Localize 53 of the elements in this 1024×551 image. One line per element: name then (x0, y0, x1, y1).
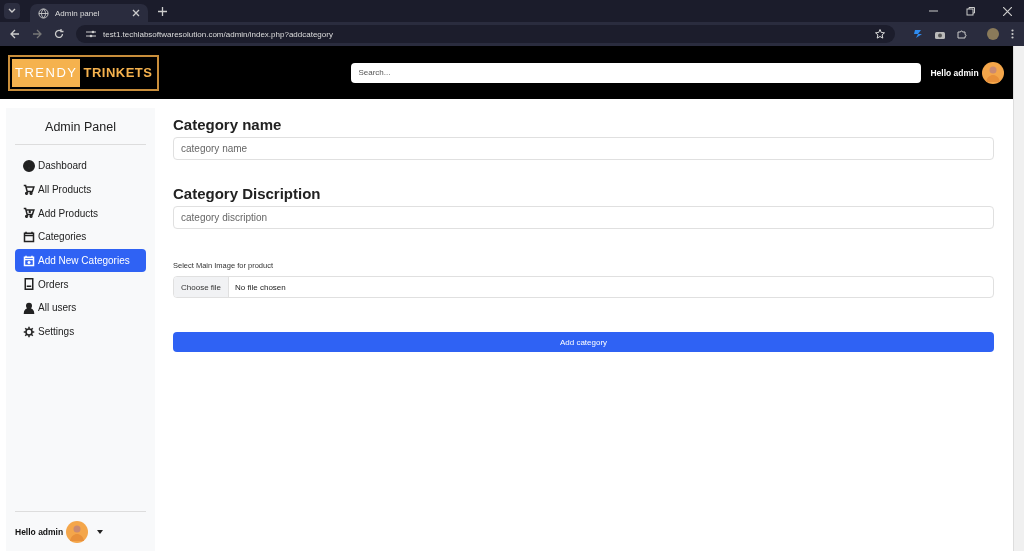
submit-button[interactable]: Add category (173, 332, 994, 352)
sidebar-item[interactable]: All users (15, 296, 146, 320)
file-input[interactable]: Choose file No file chosen (173, 276, 994, 298)
tab-list-button[interactable] (4, 3, 20, 19)
chevron-down-icon (8, 8, 16, 14)
site-settings-icon (86, 30, 96, 38)
profile-avatar-icon[interactable] (987, 28, 999, 40)
input-field[interactable]: category name (173, 137, 994, 160)
choose-file-button[interactable]: Choose file (174, 277, 230, 297)
menu-icon (23, 325, 35, 338)
menu-icon (23, 207, 35, 220)
back-icon[interactable] (10, 29, 20, 39)
extension-icon[interactable] (913, 29, 923, 39)
tab-title: Admin panel (55, 8, 101, 18)
menu-icon (23, 183, 35, 196)
input-field[interactable]: category discription (173, 206, 994, 229)
close-icon[interactable] (1003, 6, 1012, 16)
menu-icon (23, 230, 35, 243)
address-bar[interactable]: test1.techlabsoftwaresolution.com/admin/index.php?addcategory (76, 25, 895, 43)
close-icon[interactable] (132, 9, 140, 17)
file-status: No file chosen (234, 281, 287, 294)
sidebar-item[interactable]: All Products (15, 177, 146, 202)
field-label: Category Discription (173, 185, 322, 202)
caret-icon[interactable] (97, 530, 104, 534)
camera-icon[interactable] (935, 29, 945, 39)
sidebar-item[interactable]: Add New Categories (15, 248, 146, 273)
menu-icon (23, 278, 35, 291)
search-field[interactable]: Search... (351, 62, 922, 83)
sidebar-item[interactable]: Categories (15, 225, 146, 249)
avatar-icon[interactable] (981, 61, 1004, 84)
menu-icon (23, 301, 35, 314)
greeting-text: Hello admin (930, 67, 979, 78)
menu-icon (23, 159, 35, 172)
url-text: test1.techlabsoftwaresolution.com/admin/index.php?addcategory (103, 29, 333, 39)
forward-icon[interactable] (32, 29, 42, 39)
sidebar-item[interactable]: Settings (15, 319, 146, 344)
globe-icon (38, 7, 49, 19)
restore-icon[interactable] (966, 6, 975, 16)
logo-word: TRINKETS (82, 65, 154, 80)
sidebar-item[interactable]: Dashboard (15, 154, 146, 178)
star-icon[interactable] (875, 29, 885, 39)
sidebar-title: Admin Panel (15, 108, 146, 145)
sidebar-item[interactable]: Add Products (15, 201, 146, 226)
logo[interactable]: TRENDY TRINKETS (8, 54, 160, 91)
menu-icon (23, 254, 35, 267)
reload-icon[interactable] (54, 29, 64, 39)
browser-tab[interactable]: Admin panel (30, 4, 148, 22)
user-greeting: Hello admin (15, 527, 64, 537)
new-tab-icon[interactable] (158, 6, 167, 16)
field-label: Category name (173, 116, 283, 133)
more-icon[interactable] (1011, 29, 1014, 39)
logo-word: TRENDY (12, 58, 81, 87)
sidebar-item[interactable]: Orders (15, 272, 146, 297)
